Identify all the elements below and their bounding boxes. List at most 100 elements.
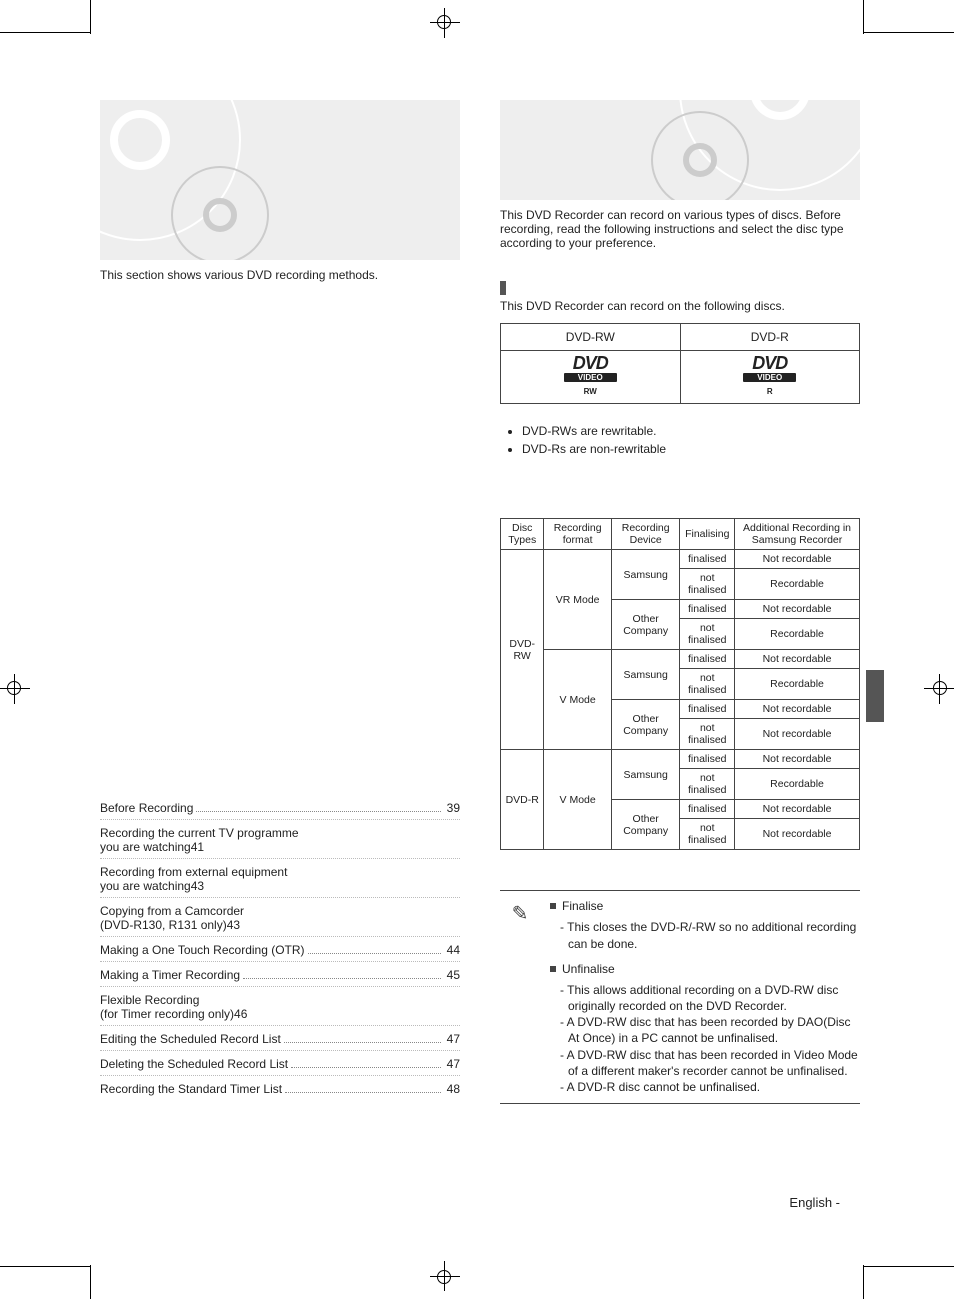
note-unfinalise-line: - A DVD-RW disc that has been recorded b… <box>550 1014 860 1046</box>
registration-mark <box>7 681 21 695</box>
note-finalise-line: - This closes the DVD-R/-RW so no additi… <box>550 919 860 951</box>
cell-notfinalised: not finalised <box>680 619 735 650</box>
left-column: This section shows various DVD recording… <box>100 100 460 1210</box>
section-lead-text: This DVD Recorder can record on the foll… <box>500 299 860 313</box>
dvd-video-label: VIDEO <box>743 373 796 382</box>
cell-finalised: finalised <box>680 600 735 619</box>
dvd-rw-logo-cell: DVD VIDEO RW <box>501 350 681 404</box>
toc-item: Recording from external equipment you ar… <box>100 859 460 898</box>
cell-notfinalised: not finalised <box>680 819 735 850</box>
table-of-contents: Before Recording 39 Recording the curren… <box>100 795 460 1100</box>
section-bar-icon <box>500 281 506 295</box>
crop-mark <box>863 0 864 34</box>
toc-label: Flexible Recording <box>100 993 460 1007</box>
toc-label-cont: you are watching <box>100 840 191 854</box>
right-hero-graphic <box>500 100 860 200</box>
toc-page: 41 <box>191 840 204 854</box>
th-types: Disc Types <box>501 519 544 550</box>
cell-rec: Recordable <box>735 769 860 800</box>
disc-r-header: DVD-R <box>680 323 860 350</box>
toc-label: Making a One Touch Recording (OTR) <box>100 943 305 957</box>
toc-page: 43 <box>227 918 240 932</box>
toc-item: Making a Timer Recording 45 <box>100 962 460 987</box>
left-hero-graphic <box>100 100 460 260</box>
cell-finalised: finalised <box>680 750 735 769</box>
page-content: This section shows various DVD recording… <box>100 100 860 1210</box>
toc-label-cont: (for Timer recording only) <box>100 1007 234 1021</box>
cell-finalised: finalised <box>680 650 735 669</box>
cell-dvdr: DVD-R <box>501 750 544 850</box>
toc-page: 48 <box>444 1082 460 1096</box>
cell-notfinalised: not finalised <box>680 669 735 700</box>
cell-dvdrw: DVD-RW <box>501 550 544 750</box>
disc-rw-header: DVD-RW <box>501 323 681 350</box>
cell-other: Other Company <box>611 600 680 650</box>
cell-samsung: Samsung <box>611 750 680 800</box>
disc-bullet-list: DVD-RWs are rewritable. DVD-Rs are non-r… <box>500 422 860 458</box>
toc-label: Copying from a Camcorder <box>100 904 460 918</box>
toc-leader <box>285 1092 441 1093</box>
crop-mark <box>0 32 90 33</box>
cell-finalised: finalised <box>680 550 735 569</box>
cell-notrec: Not recordable <box>735 600 860 619</box>
cell-samsung: Samsung <box>611 650 680 700</box>
cell-finalised: finalised <box>680 800 735 819</box>
left-intro-text: This section shows various DVD recording… <box>100 268 460 282</box>
cell-notfinalised: not finalised <box>680 769 735 800</box>
toc-item: Recording the Standard Timer List 48 <box>100 1076 460 1100</box>
toc-item: Recording the current TV programme you a… <box>100 820 460 859</box>
toc-item: Making a One Touch Recording (OTR) 44 <box>100 937 460 962</box>
bullet-item: DVD-Rs are non-rewritable <box>522 440 860 458</box>
crop-mark <box>864 32 954 33</box>
cell-samsung: Samsung <box>611 550 680 600</box>
toc-page: 39 <box>444 801 460 815</box>
toc-item: Copying from a Camcorder (DVD-R130, R131… <box>100 898 460 937</box>
toc-leader <box>284 1042 441 1043</box>
th-additional: Additional Recording in Samsung Recorder <box>735 519 860 550</box>
page-footer: English - <box>789 1195 840 1210</box>
dvd-r-tiny-label: R <box>767 387 773 396</box>
dvd-r-logo-cell: DVD VIDEO R <box>680 350 860 404</box>
cell-notfinalised: not finalised <box>680 569 735 600</box>
toc-label: Recording the current TV programme <box>100 826 460 840</box>
section-marker <box>500 280 860 295</box>
crop-mark <box>90 1265 91 1299</box>
note-unfinalise-line: - A DVD-R disc cannot be unfinalised. <box>550 1079 860 1095</box>
toc-label: Before Recording <box>100 801 193 815</box>
toc-leader <box>291 1067 441 1068</box>
cell-finalised: finalised <box>680 700 735 719</box>
toc-leader <box>308 953 441 954</box>
square-bullet-icon <box>550 966 556 972</box>
toc-label-cont: (DVD-R130, R131 only) <box>100 918 227 932</box>
toc-page: 44 <box>444 943 460 957</box>
toc-page: 46 <box>234 1007 247 1021</box>
note-unfinalise-line: - This allows additional recording on a … <box>550 982 860 1014</box>
registration-mark <box>437 15 451 29</box>
note-content: Finalise - This closes the DVD-R/-RW so … <box>550 899 860 1095</box>
cell-notrec: Not recordable <box>735 800 860 819</box>
square-bullet-icon <box>550 903 556 909</box>
note-unfinalise-line: - A DVD-RW disc that has been recorded i… <box>550 1047 860 1079</box>
dvd-logo-icon: DVD <box>501 357 680 370</box>
toc-label: Deleting the Scheduled Record List <box>100 1057 288 1071</box>
dvd-rw-tiny-label: RW <box>584 387 597 396</box>
compatibility-table: Disc Types Recording format Recording De… <box>500 518 860 850</box>
th-finalising: Finalising <box>680 519 735 550</box>
toc-label: Editing the Scheduled Record List <box>100 1032 281 1046</box>
toc-label-cont: you are watching <box>100 879 191 893</box>
cell-notrec: Not recordable <box>735 719 860 750</box>
cell-vmode: V Mode <box>544 650 612 750</box>
dvd-video-label: VIDEO <box>564 373 617 382</box>
toc-page: 47 <box>444 1032 460 1046</box>
right-column: This DVD Recorder can record on various … <box>500 100 860 1210</box>
bullet-item: DVD-RWs are rewritable. <box>522 422 860 440</box>
toc-page: 45 <box>444 968 460 982</box>
note-box: ✎ Finalise - This closes the DVD-R/-RW s… <box>500 890 860 1104</box>
toc-page: 43 <box>191 879 204 893</box>
note-finalise-title: Finalise <box>550 899 860 913</box>
cell-notfinalised: not finalised <box>680 719 735 750</box>
toc-leader <box>243 978 441 979</box>
cell-other: Other Company <box>611 700 680 750</box>
side-tab <box>866 670 884 722</box>
cell-vrmode: VR Mode <box>544 550 612 650</box>
